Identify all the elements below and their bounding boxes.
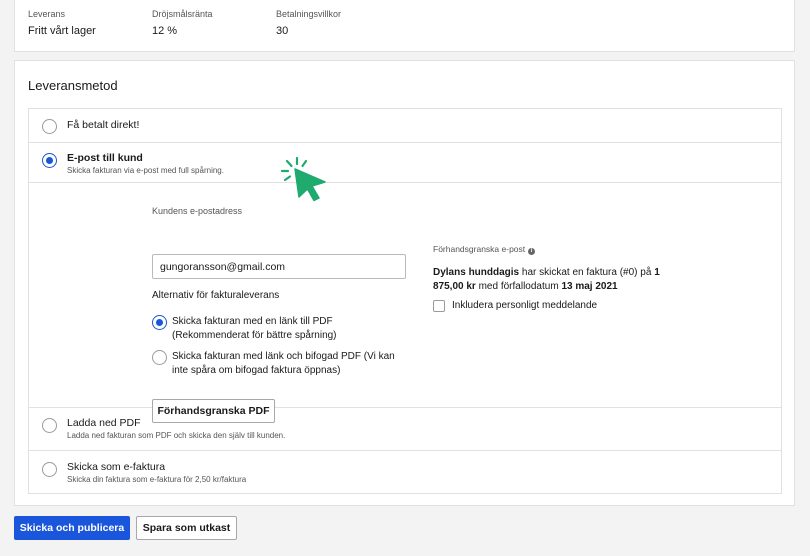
option-get-paid-now-radio[interactable] bbox=[42, 119, 57, 134]
option-e-invoice-radio[interactable] bbox=[42, 462, 57, 477]
interest-label: Dröjsmålsränta bbox=[152, 9, 213, 19]
interest-value: 12 % bbox=[152, 25, 178, 37]
delivery-method-card: Leveransmetod Få betalt direkt! E-post t… bbox=[14, 60, 795, 506]
preview-email-label: Förhandsgranska e-post i bbox=[433, 244, 536, 255]
option-download-pdf-radio[interactable] bbox=[42, 418, 57, 433]
delivery-label: Leverans bbox=[28, 9, 66, 19]
delivery-info: Leverans Fritt vårt lager bbox=[28, 9, 96, 37]
payment-terms-label: Betalningsvillkor bbox=[276, 9, 342, 19]
preview-text-1: har skickat en faktura (#0) på bbox=[519, 267, 655, 278]
save-draft-button[interactable]: Spara som utkast bbox=[136, 516, 237, 540]
alternative-pdf-attached-label: Skicka fakturan med länk och bifogad PDF… bbox=[172, 351, 395, 376]
delivery-options: Få betalt direkt! E-post till kund Skick… bbox=[28, 108, 782, 494]
email-field-label: Kundens e-postadress bbox=[152, 206, 243, 216]
option-get-paid-now[interactable]: Få betalt direkt! bbox=[29, 109, 781, 143]
payment-terms-value: 30 bbox=[276, 25, 289, 37]
option-email: E-post till kund Skicka fakturan via e-p… bbox=[29, 143, 781, 423]
option-download-pdf-label: Ladda ned PDF bbox=[67, 417, 141, 429]
personal-message-label: Inkludera personligt meddelande bbox=[452, 300, 598, 311]
delivery-alternatives-label: Alternativ för fakturaleverans bbox=[152, 290, 280, 301]
option-e-invoice[interactable]: Skicka som e-faktura Skicka din faktura … bbox=[29, 451, 781, 494]
preview-date: 13 maj 2021 bbox=[561, 281, 618, 292]
send-and-publish-button[interactable]: Skicka och publicera bbox=[14, 516, 130, 540]
option-e-invoice-label: Skicka som e-faktura bbox=[67, 461, 166, 473]
preview-text-2: med förfallodatum bbox=[475, 281, 562, 292]
option-email-label[interactable]: E-post till kund bbox=[67, 152, 143, 164]
interest-info: Dröjsmålsränta 12 % bbox=[152, 9, 213, 37]
alternative-pdf-attached-radio[interactable] bbox=[152, 350, 167, 365]
option-get-paid-now-label: Få betalt direkt! bbox=[67, 119, 140, 131]
personal-message-checkbox[interactable] bbox=[433, 300, 445, 312]
delivery-value: Fritt vårt lager bbox=[28, 25, 96, 37]
payment-terms-info: Betalningsvillkor 30 bbox=[276, 9, 341, 37]
email-field[interactable] bbox=[152, 254, 406, 279]
info-icon[interactable]: i bbox=[528, 248, 536, 255]
option-e-invoice-description: Skicka din faktura som e-faktura för 2,5… bbox=[67, 475, 247, 484]
option-download-pdf[interactable]: Ladda ned PDF Ladda ned fakturan som PDF… bbox=[29, 408, 781, 451]
option-email-description: Skicka fakturan via e-post med full spår… bbox=[67, 166, 224, 175]
alternative-pdf-link-radio[interactable] bbox=[152, 315, 167, 330]
option-download-pdf-description: Ladda ned fakturan som PDF och skicka de… bbox=[67, 431, 286, 440]
preview-email-text: Dylans hunddagis har skickat en faktura … bbox=[433, 266, 663, 294]
section-title: Leveransmetod bbox=[28, 78, 118, 93]
alternative-pdf-link-label: Skicka fakturan med en länk till PDF (Re… bbox=[172, 316, 337, 341]
invoice-summary-card: Leverans Fritt vårt lager Dröjsmålsränta… bbox=[14, 0, 795, 52]
preview-email-label-text: Förhandsgranska e-post bbox=[433, 244, 526, 254]
preview-sender: Dylans hunddagis bbox=[433, 267, 520, 278]
option-email-radio[interactable] bbox=[42, 153, 57, 168]
divider bbox=[29, 182, 781, 183]
pointer-cursor-icon bbox=[280, 156, 326, 202]
